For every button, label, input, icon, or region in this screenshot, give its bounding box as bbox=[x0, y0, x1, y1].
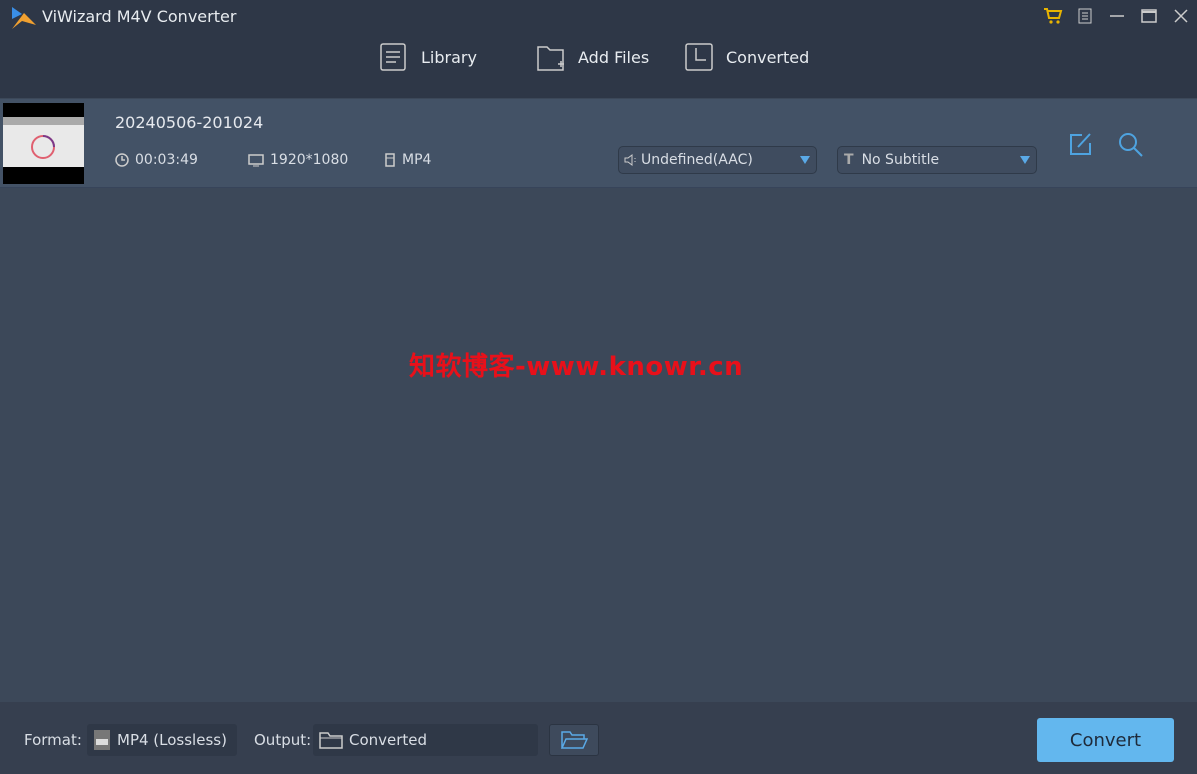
output-value: Converted bbox=[349, 731, 428, 749]
duration: 00:03:49 bbox=[135, 152, 198, 168]
output-label: Output: bbox=[254, 731, 312, 749]
convert-button[interactable]: Convert bbox=[1037, 718, 1174, 762]
library-label: Library bbox=[421, 47, 477, 67]
output-path-field[interactable]: Converted bbox=[313, 724, 538, 756]
converted-button[interactable]: Converted bbox=[684, 42, 809, 72]
subtitle-icon: T bbox=[844, 152, 854, 168]
chevron-down-icon bbox=[800, 156, 810, 164]
resolution: 1920*1080 bbox=[270, 152, 349, 168]
subtitle-value: No Subtitle bbox=[861, 152, 940, 168]
library-button[interactable]: Library bbox=[379, 42, 477, 72]
add-files-label: Add Files bbox=[578, 47, 650, 67]
minimize-icon[interactable] bbox=[1101, 0, 1133, 32]
audio-track-dropdown[interactable]: Undefined(AAC) bbox=[618, 146, 817, 174]
browse-folder-button[interactable] bbox=[549, 724, 599, 756]
monitor-icon bbox=[248, 154, 264, 167]
title-bar: ViWizard M4V Converter Library Add Files… bbox=[0, 0, 1197, 98]
converted-icon bbox=[685, 43, 713, 71]
bottom-bar: Format: MP4 (Lossless) Output: Converted… bbox=[0, 702, 1197, 774]
maximize-icon[interactable] bbox=[1133, 0, 1165, 32]
open-folder-icon bbox=[560, 731, 588, 749]
format-label: Format: bbox=[24, 731, 82, 749]
folder-icon bbox=[319, 732, 343, 749]
video-thumbnail bbox=[3, 103, 84, 184]
file-list-item[interactable]: 20240506-201024 00:03:49 1920*1080 MP4 U… bbox=[0, 99, 1197, 188]
converted-label: Converted bbox=[726, 47, 810, 67]
subtitle-dropdown[interactable]: T No Subtitle bbox=[837, 146, 1037, 174]
app-logo-icon bbox=[12, 7, 36, 29]
clock-icon bbox=[115, 153, 129, 167]
format-value: MP4 (Lossless) bbox=[117, 731, 227, 749]
close-icon[interactable] bbox=[1165, 0, 1197, 32]
add-files-button[interactable]: Add Files bbox=[536, 42, 649, 72]
chevron-down-icon bbox=[1020, 156, 1030, 164]
file-name: 20240506-201024 bbox=[115, 113, 264, 132]
format-selector[interactable]: MP4 (Lossless) bbox=[87, 724, 237, 756]
search-icon[interactable] bbox=[1117, 131, 1145, 159]
format-icon bbox=[94, 730, 110, 750]
watermark: 知软博客-www.knowr.cn bbox=[409, 352, 744, 382]
library-icon bbox=[380, 43, 406, 71]
audio-track-value: Undefined(AAC) bbox=[641, 152, 753, 168]
file-format-icon bbox=[385, 153, 395, 167]
add-folder-icon bbox=[537, 46, 564, 71]
edit-icon[interactable] bbox=[1068, 131, 1094, 157]
cart-icon[interactable] bbox=[1037, 0, 1069, 32]
file-format: MP4 bbox=[402, 152, 432, 168]
app-title: ViWizard M4V Converter bbox=[42, 7, 237, 26]
menu-icon[interactable] bbox=[1069, 0, 1101, 32]
speaker-icon bbox=[624, 154, 636, 166]
